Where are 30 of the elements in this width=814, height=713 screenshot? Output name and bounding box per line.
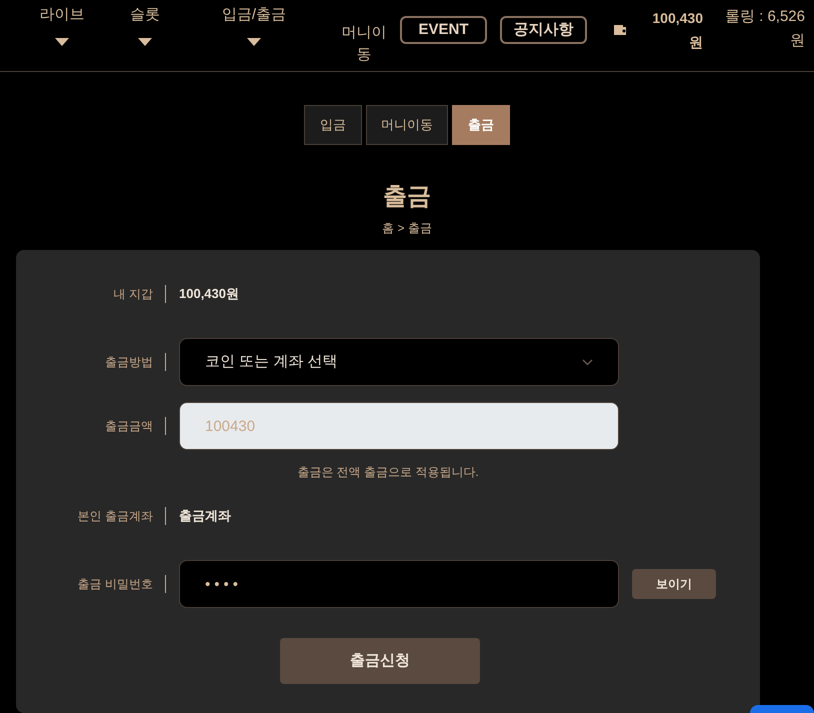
field-label: 출금금액	[16, 417, 166, 435]
field-label: 출금 비밀번호	[16, 575, 166, 593]
balance-amount: 100,430	[652, 9, 703, 28]
nav-item[interactable]: 머니이동	[340, 4, 388, 66]
rolling-amount-unit: 원	[790, 31, 805, 51]
tab[interactable]: 출금	[452, 105, 510, 145]
page-title: 출금	[382, 182, 432, 212]
field-label: 본인 출금계좌	[16, 507, 166, 525]
header-button[interactable]: 공지사항	[500, 16, 587, 44]
nav-item[interactable]: 슬롯	[128, 4, 162, 46]
tab[interactable]: 입금	[304, 105, 362, 145]
show-password-button[interactable]: 보이기	[632, 569, 716, 599]
nav-item[interactable]: 라이브	[40, 4, 84, 46]
field-value: 100,430원	[179, 285, 239, 304]
nav-item[interactable]: 입금/출금	[218, 4, 290, 46]
method-select[interactable]: 코인 또는 계좌 선택	[179, 338, 619, 386]
balance-amount-unit: 원	[689, 33, 703, 52]
field-value: 출금계좌	[179, 507, 231, 526]
floating-button[interactable]	[750, 705, 814, 713]
rolling-amount: 롤링 : 6,526	[724, 7, 805, 27]
submit-button[interactable]: 출금신청	[280, 638, 480, 684]
field-label: 내 지갑	[16, 285, 166, 303]
header-button[interactable]: EVENT	[400, 16, 487, 44]
chevron-down-icon	[582, 358, 593, 366]
password-field[interactable]: ••••	[179, 560, 619, 608]
notice-text: 출금은 전액 출금으로 적용됩니다.	[296, 464, 480, 481]
field-label: 출금방법	[16, 353, 166, 371]
wallet-icon	[613, 23, 627, 36]
tab[interactable]: 머니이동	[366, 105, 448, 145]
breadcrumb: 홈 > 출금	[381, 220, 433, 237]
